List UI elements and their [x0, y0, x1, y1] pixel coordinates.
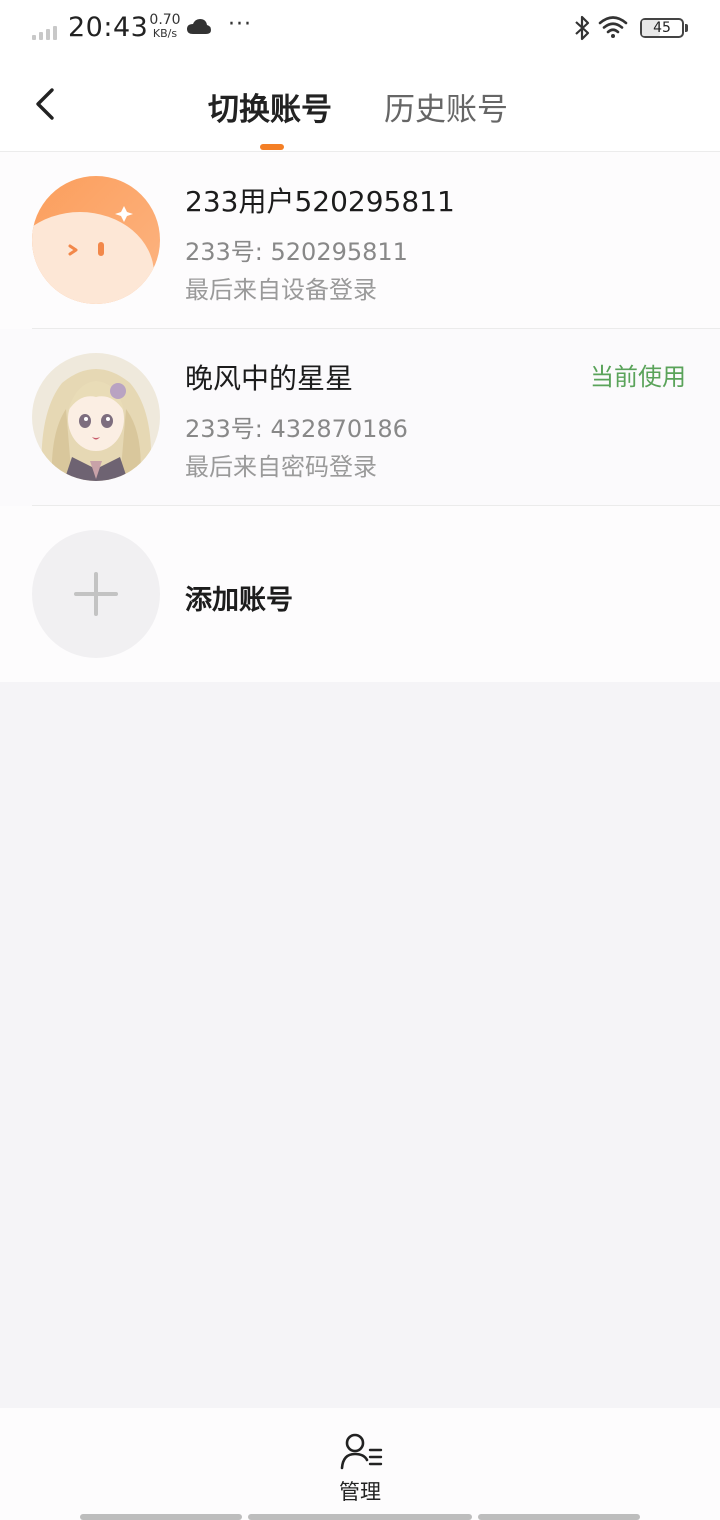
account-name: 晚风中的星星	[185, 362, 354, 395]
nav-gesture-bar	[80, 1514, 242, 1520]
net-speed: 0.70 KB/s	[147, 12, 183, 40]
avatar	[32, 176, 160, 304]
net-speed-unit: KB/s	[152, 27, 178, 40]
current-account-badge: 当前使用	[590, 363, 686, 391]
add-account-label: 添加账号	[185, 585, 293, 616]
bluetooth-icon	[575, 15, 590, 41]
nav-gesture-bar	[478, 1514, 640, 1520]
tab-indicator	[260, 144, 284, 150]
cloud-icon	[187, 19, 211, 34]
account-row[interactable]: 233用户520295811 233号: 520295811 最后来自设备登录	[0, 152, 720, 329]
account-list: 233用户520295811 233号: 520295811 最后来自设备登录	[0, 152, 720, 682]
account-id: 233号: 520295811	[185, 238, 408, 266]
battery-icon: 45	[640, 18, 688, 38]
tab-switch-account[interactable]: 切换账号	[208, 84, 332, 129]
add-account-button[interactable]	[32, 530, 160, 658]
avatar	[32, 353, 160, 481]
account-name: 233用户520295811	[185, 185, 455, 218]
signal-icon	[32, 22, 60, 40]
more-notifications-icon: ···	[228, 12, 252, 37]
battery-level: 45	[653, 20, 671, 36]
add-account-row[interactable]: 添加账号	[0, 506, 720, 682]
status-bar: 20:43 0.70 KB/s ··· 45	[0, 0, 720, 58]
last-login-method: 最后来自密码登录	[185, 453, 377, 481]
default-orange-avatar-icon	[32, 176, 160, 304]
tab-history-account[interactable]: 历史账号	[384, 84, 508, 129]
user-list-icon[interactable]	[340, 1432, 384, 1472]
account-id: 233号: 432870186	[185, 415, 408, 443]
manage-button[interactable]: 管理	[0, 1476, 720, 1506]
last-login-method: 最后来自设备登录	[185, 276, 377, 304]
wifi-icon	[598, 16, 628, 38]
plus-icon	[74, 572, 118, 616]
account-row[interactable]: 晚风中的星星 当前使用 233号: 432870186 最后来自密码登录	[0, 329, 720, 506]
anime-girl-avatar-icon	[32, 353, 160, 481]
nav-gesture-bar	[248, 1514, 472, 1520]
net-speed-value: 0.70	[149, 12, 181, 28]
chevron-left-icon[interactable]	[30, 86, 60, 122]
status-time: 20:43	[68, 12, 149, 43]
header: 切换账号 历史账号	[0, 58, 720, 152]
bottom-bar: 管理	[0, 1408, 720, 1520]
